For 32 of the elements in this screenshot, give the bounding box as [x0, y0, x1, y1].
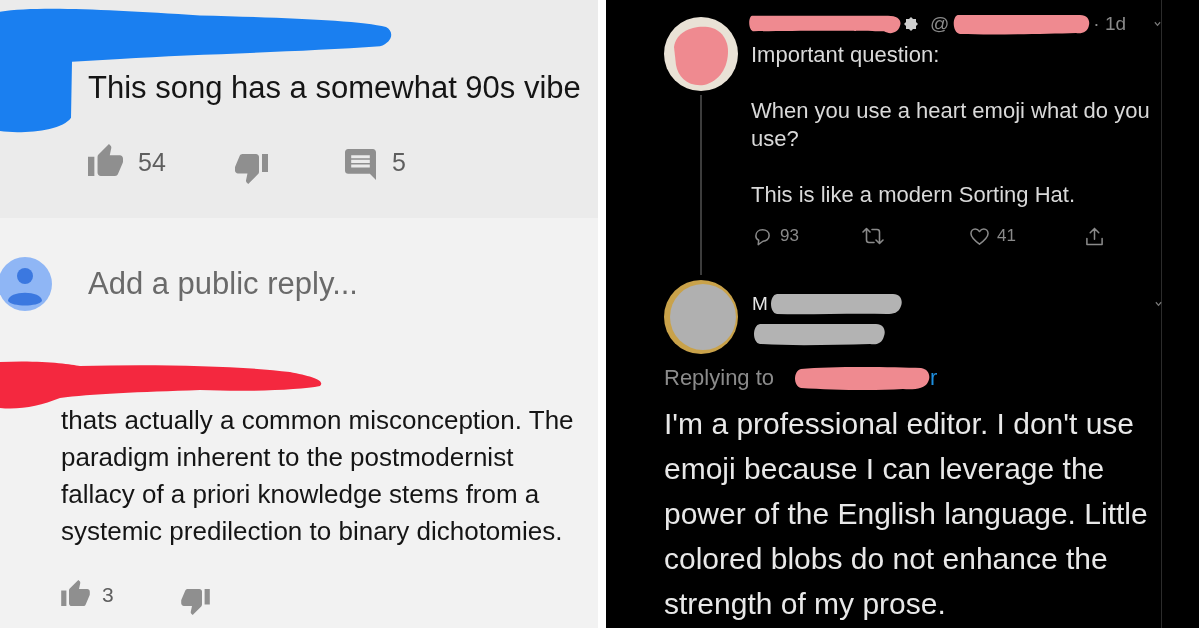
timestamp: · 1d: [1093, 13, 1127, 35]
display-name: M: [752, 293, 768, 315]
reply-text: I'm a professional editor. I don't use emoji because I can leverage the power of the English language. Little colored blobs do not enhance the strength of my prose.: [664, 406, 1149, 622]
thumbs-up-icon[interactable]: [61, 580, 90, 606]
like-count: 41: [997, 226, 1016, 246]
handle-prefix: @: [930, 13, 950, 35]
chevron-down-icon[interactable]: [1155, 301, 1162, 307]
comment-icon[interactable]: [345, 148, 376, 180]
retweet-icon[interactable]: [862, 227, 884, 245]
tweet-text: Important question:: [751, 41, 941, 69]
reply-text: thats actually a common misconception. The paradigm inherent to the postmodernist fallacy of a priori knowledge stems from a systemic predilection to binary dichotomies.: [61, 404, 575, 548]
tweet-text: When you use a heart emoji what do you use?: [751, 97, 1151, 153]
replying-label: Replying to: [664, 365, 775, 391]
like-count: 54: [138, 147, 166, 177]
avatar-icon: [0, 257, 52, 311]
reply-field[interactable]: Add a public reply...: [88, 264, 558, 304]
share-icon[interactable]: [1085, 226, 1104, 246]
reply-count: 5: [392, 147, 406, 177]
reply-icon[interactable]: [753, 226, 772, 246]
mention-link[interactable]: r: [930, 365, 938, 391]
thumbs-up-icon[interactable]: [88, 144, 123, 176]
avatar[interactable]: [664, 17, 738, 91]
reply-count: 93: [780, 226, 799, 246]
thumbs-down-icon[interactable]: [181, 589, 210, 615]
avatar[interactable]: [664, 280, 738, 354]
heart-icon[interactable]: [970, 226, 989, 246]
like-count: 3: [102, 583, 114, 607]
badge-icon: [904, 17, 918, 31]
chevron-down-icon[interactable]: [1154, 21, 1161, 27]
tweet-text: This is like a modern Sorting Hat.: [751, 181, 1077, 209]
thumbs-down-icon[interactable]: [235, 154, 268, 184]
comment-text: This song has a somewhat 90s vibe: [88, 70, 582, 106]
